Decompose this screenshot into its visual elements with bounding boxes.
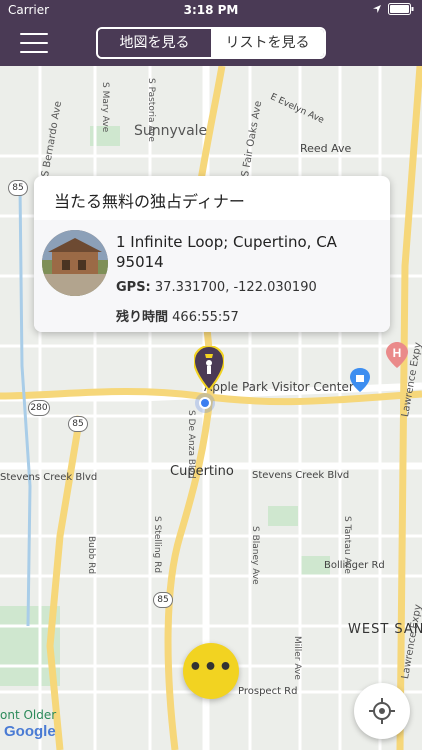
nav-bar: 地図を見る リストを見る: [0, 20, 422, 66]
current-location-dot: [195, 393, 215, 413]
map-label-miller: Miller Ave: [292, 636, 302, 680]
map-label-cupertino: Cupertino: [170, 464, 234, 479]
restaurant-map-pin-icon[interactable]: [194, 346, 224, 390]
gps-label: GPS:: [116, 280, 151, 295]
clock: 3:18 PM: [183, 3, 239, 17]
gps-value: 37.331700, -122.030190: [154, 280, 317, 295]
svg-text:H: H: [393, 346, 402, 360]
card-body: 1 Infinite Loop; Cupertino, CA 95014 GPS…: [34, 220, 390, 332]
remaining-time-value: 466:55:57: [172, 310, 239, 325]
map-label-prospect: Prospect Rd: [238, 686, 298, 697]
battery-icon: [388, 3, 414, 15]
map-label-bollinger: Bollinger Rd: [324, 560, 385, 571]
gps-row: GPS: 37.331700, -122.030190: [116, 280, 317, 295]
status-bar: Carrier 3:18 PM: [0, 0, 422, 20]
map-label-stelling: S Stelling Rd: [152, 516, 162, 574]
map-label-s-pastoria: S Pastoria Ave: [146, 78, 156, 142]
highway-shield: 85: [8, 180, 28, 196]
segment-list-view[interactable]: リストを見る: [211, 29, 324, 57]
map-label-blaney: S Blaney Ave: [250, 526, 260, 585]
shopping-poi-icon[interactable]: [350, 368, 370, 392]
hospital-poi-icon[interactable]: H: [386, 342, 408, 368]
font-older-label: ont Older: [0, 708, 57, 722]
location-address: 1 Infinite Loop; Cupertino, CA 95014: [116, 233, 337, 271]
my-location-button[interactable]: [354, 683, 410, 739]
map-label-bubb: Bubb Rd: [86, 536, 96, 575]
map-label-s-mary: S Mary Ave: [100, 82, 110, 133]
crosshair-icon: [369, 698, 395, 724]
map-label-visitor-center: Apple Park Visitor Center: [204, 380, 354, 394]
hamburger-menu-icon[interactable]: [20, 33, 48, 53]
highway-shield: 280: [28, 400, 50, 416]
more-options-button[interactable]: •••: [183, 643, 239, 699]
map-label-stevens-creek-right: Stevens Creek Blvd: [252, 470, 350, 481]
view-segmented-control: 地図を見る リストを見る: [96, 27, 326, 59]
highway-shield: 85: [68, 416, 88, 432]
map-label-sunnyvale: Sunnyvale: [134, 123, 208, 139]
map-label-reed-ave: Reed Ave: [300, 142, 352, 155]
map-label-tantau: S Tantau Ave: [342, 516, 352, 574]
location-info-card[interactable]: 当たる無料の独占ディナー 1 Infinite Loop; Cupertino,…: [34, 176, 390, 332]
segment-map-view[interactable]: 地図を見る: [98, 29, 211, 57]
map-label-de-anza: S De Anza Blvd: [186, 410, 196, 479]
location-thumbnail: [42, 230, 108, 296]
card-title: 当たる無料の独占ディナー: [54, 192, 245, 211]
status-icons: [372, 3, 414, 15]
location-arrow-icon: [373, 5, 381, 13]
remaining-time-row: 残り時間 466:55:57: [116, 306, 239, 325]
remaining-time-label: 残り時間: [116, 310, 169, 325]
map-label-stevens-creek-left: Stevens Creek Blvd: [0, 472, 98, 483]
highway-shield: 85: [153, 592, 173, 608]
google-logo: Google: [4, 723, 56, 740]
